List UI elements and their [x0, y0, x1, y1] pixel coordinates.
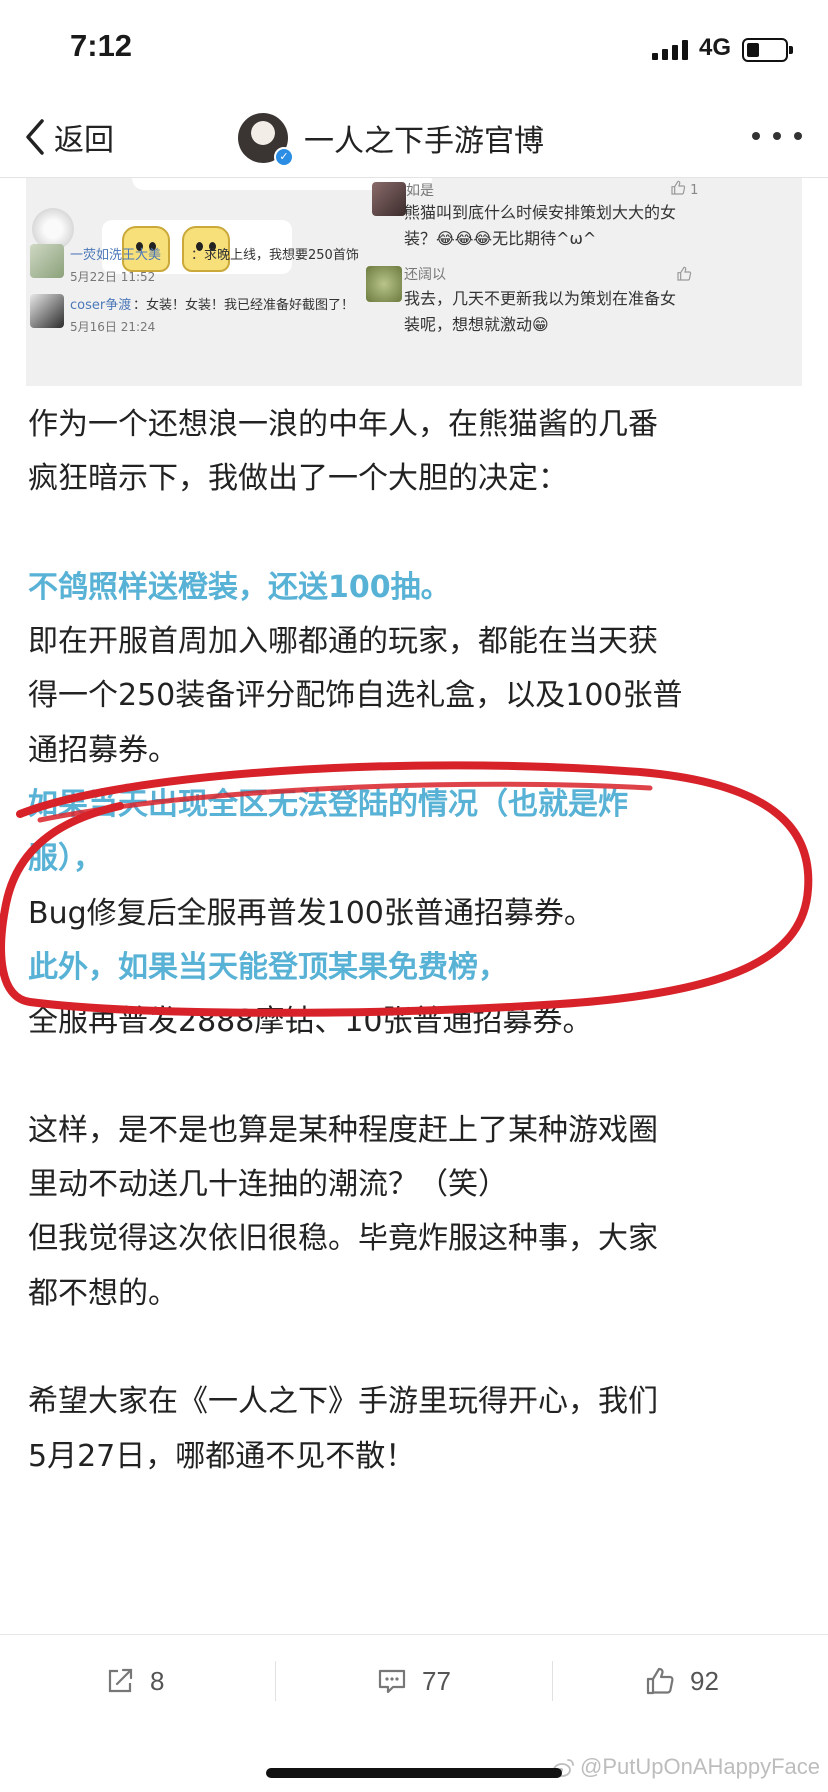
- more-icon[interactable]: [752, 132, 802, 142]
- commenter-name: 如是: [406, 183, 434, 199]
- back-button[interactable]: 返回: [22, 112, 114, 162]
- status-time: 7:12: [70, 28, 133, 63]
- comment-count: 77: [422, 1665, 451, 1696]
- repost-count: 8: [150, 1665, 165, 1696]
- comment-like[interactable]: 1: [670, 180, 698, 198]
- embedded-comments-image[interactable]: 一荧如洗王大美 ：求晚上线，我想要250首饰 5月22日 11:52 coser…: [26, 178, 802, 386]
- comment-text: ：女装！女装！我已经准备好截图了！: [133, 298, 355, 313]
- post-line: 全服再普发2888摩钻、10张普通招募券。: [28, 1004, 593, 1040]
- comment-date: 5月16日 21:24: [70, 320, 156, 334]
- comment-button[interactable]: 77: [376, 1635, 451, 1727]
- comment-text: 熊猫叫到底什么时候安排策划大大的女 装？😂😂😂无比期待^ω^: [404, 203, 677, 248]
- post-line: 作为一个还想浪一浪的中年人，在熊猫酱的几番: [28, 407, 658, 442]
- commenter-avatar: [30, 244, 64, 278]
- status-bar: 7:12 4G: [0, 0, 828, 98]
- like-count: 92: [690, 1665, 719, 1696]
- post-line: [28, 507, 804, 561]
- comment-like[interactable]: [676, 266, 692, 284]
- post-line: Bug修复后全服再普发100张普通招募券。: [28, 895, 594, 931]
- post-line: 5月27日，哪都通不见不散！: [28, 1438, 416, 1474]
- thumbs-up-icon: [677, 266, 692, 281]
- post-highlight-line: 不鸽照样送橙装，还送100抽。: [28, 569, 451, 605]
- post-body: 作为一个还想浪一浪的中年人，在熊猫酱的几番 疯狂暗示下，我做出了一个大胆的决定：…: [28, 398, 804, 1484]
- account-name: 一人之下手游官博: [304, 124, 544, 159]
- comment-date: 5月22日 11:52: [70, 270, 156, 284]
- repost-button[interactable]: 8: [104, 1635, 164, 1727]
- post-line: 里动不动送几十连抽的潮流？（笑）: [28, 1167, 508, 1203]
- avatar: ✓: [238, 113, 294, 167]
- post-line: 通招募券。: [28, 732, 178, 768]
- post-line: [28, 1050, 804, 1104]
- comment-icon: [378, 1669, 406, 1694]
- thumbs-up-icon: [671, 180, 686, 195]
- post-highlight-line: 服），: [28, 841, 103, 877]
- post-line: 疯狂暗示下，我做出了一个大胆的决定：: [28, 461, 568, 497]
- comment-text: 我去，几天不更新我以为策划在准备女 装呢，想想就激动😁: [404, 289, 677, 334]
- watermark: @PutUpOnAHappyFace: [552, 1754, 820, 1780]
- post-line: 得一个250装备评分配饰自选礼盒，以及100张普: [28, 678, 683, 714]
- post-highlight-line: 如果当天出现全区无法登陆的情况（也就是炸: [28, 787, 628, 823]
- back-label: 返回: [54, 123, 114, 158]
- post-highlight-line: 此外，如果当天能登顶某果免费榜，: [28, 949, 508, 985]
- thumbs-up-icon: [646, 1667, 674, 1695]
- share-icon: [108, 1668, 133, 1693]
- commenter-avatar: [366, 266, 402, 302]
- network-type: 4G: [699, 34, 732, 61]
- verified-icon: ✓: [274, 147, 294, 167]
- commenter-name: 还阔以: [404, 267, 446, 283]
- post-line: 但我觉得这次依旧很稳。毕竟炸服这种事，大家: [28, 1221, 658, 1257]
- commenter-avatar: [30, 294, 64, 328]
- post-line: 都不想的。: [28, 1275, 178, 1311]
- post-line: [28, 1321, 804, 1375]
- comment-text: ：求晚上线，我想要250首饰: [191, 248, 359, 263]
- commenter-name: coser争渡: [70, 298, 132, 313]
- home-indicator: [266, 1768, 562, 1778]
- post-line: 即在开服首周加入哪都通的玩家，都能在当天获: [28, 624, 658, 660]
- chevron-left-icon: [26, 119, 44, 155]
- like-button[interactable]: 92: [644, 1635, 719, 1727]
- signal-strength-icon: [652, 40, 692, 60]
- action-bar: 8 77 92: [0, 1634, 828, 1726]
- account-header[interactable]: ✓ 一人之下手游官博: [238, 108, 544, 168]
- commenter-name: 一荧如洗王大美: [70, 248, 162, 263]
- commenter-avatar: [372, 182, 406, 216]
- post-line: 希望大家在《一人之下》手游里玩得开心，我们: [28, 1384, 658, 1420]
- post-line: 这样，是不是也算是某种程度赶上了某种游戏圈: [28, 1112, 658, 1148]
- nav-bar: 返回 ✓ 一人之下手游官博: [0, 98, 828, 178]
- battery-icon: [742, 38, 793, 62]
